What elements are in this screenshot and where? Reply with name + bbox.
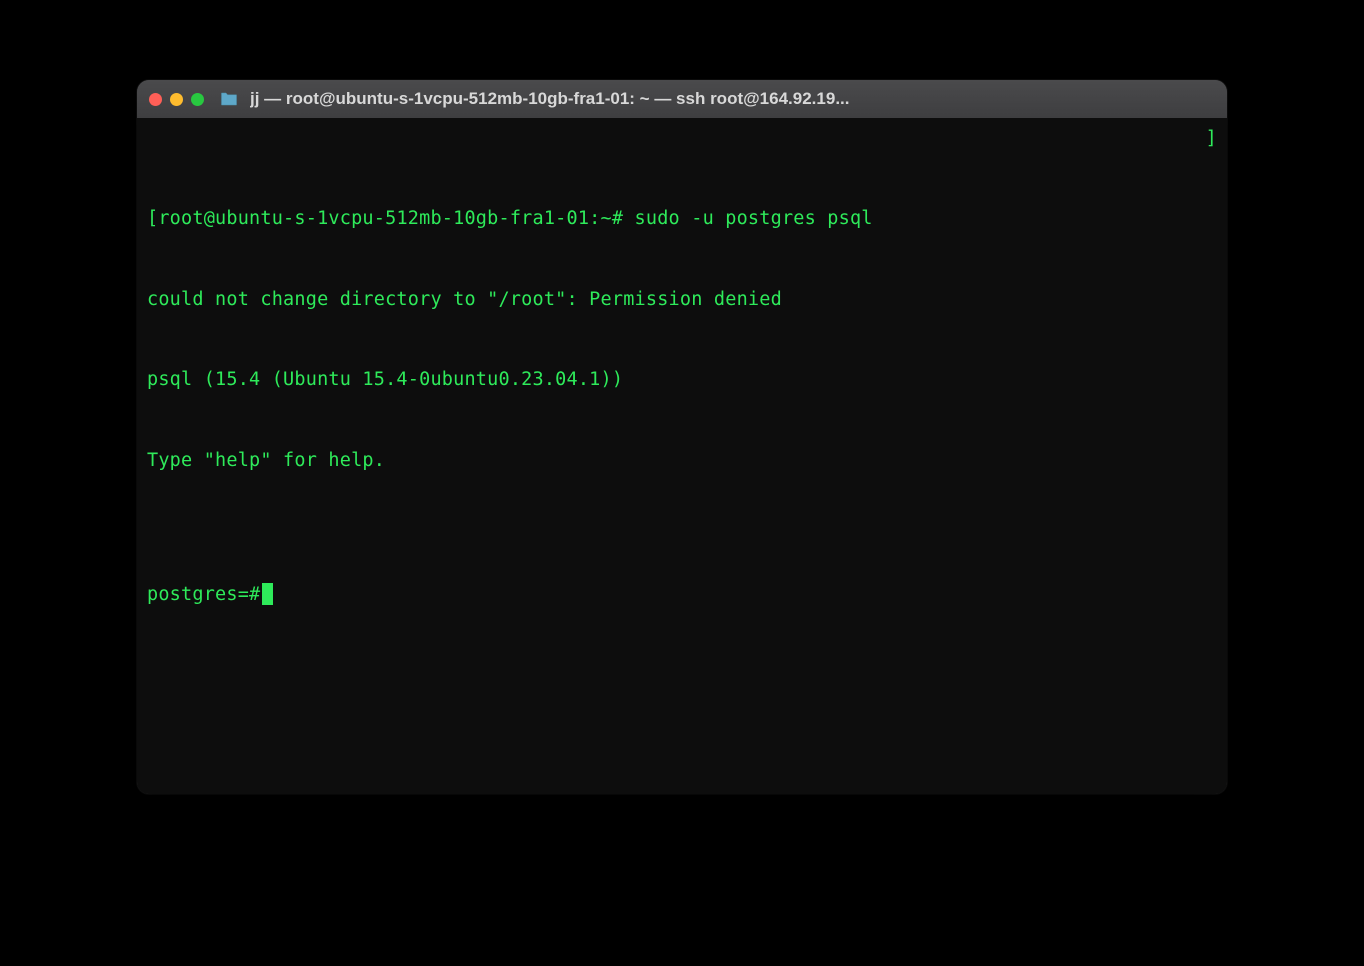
terminal-body[interactable]: ] [root@ubuntu-s-1vcpu-512mb-10gb-fra1-0…: [137, 118, 1227, 794]
cursor: [262, 583, 273, 605]
command-text: sudo -u postgres psql: [635, 208, 873, 229]
terminal-window: jj — root@ubuntu-s-1vcpu-512mb-10gb-fra1…: [137, 80, 1227, 794]
output-line: psql (15.4 (Ubuntu 15.4-0ubuntu0.23.04.1…: [147, 367, 1217, 394]
traffic-lights: [149, 93, 204, 106]
shell-prompt: root@ubuntu-s-1vcpu-512mb-10gb-fra1-01:~…: [158, 208, 623, 229]
maximize-button[interactable]: [191, 93, 204, 106]
title-bar: jj — root@ubuntu-s-1vcpu-512mb-10gb-fra1…: [137, 80, 1227, 118]
minimize-button[interactable]: [170, 93, 183, 106]
folder-icon: [220, 92, 238, 106]
current-prompt-line: postgres=#: [147, 582, 1217, 609]
prompt-left-bracket: [: [147, 208, 158, 229]
psql-prompt: postgres=#: [147, 584, 260, 605]
output-line: could not change directory to "/root": P…: [147, 287, 1217, 314]
window-title: jj — root@ubuntu-s-1vcpu-512mb-10gb-fra1…: [250, 89, 1215, 109]
prompt-right-bracket: ]: [1206, 126, 1217, 153]
close-button[interactable]: [149, 93, 162, 106]
command-line: [root@ubuntu-s-1vcpu-512mb-10gb-fra1-01:…: [147, 206, 1217, 233]
output-line: Type "help" for help.: [147, 448, 1217, 475]
